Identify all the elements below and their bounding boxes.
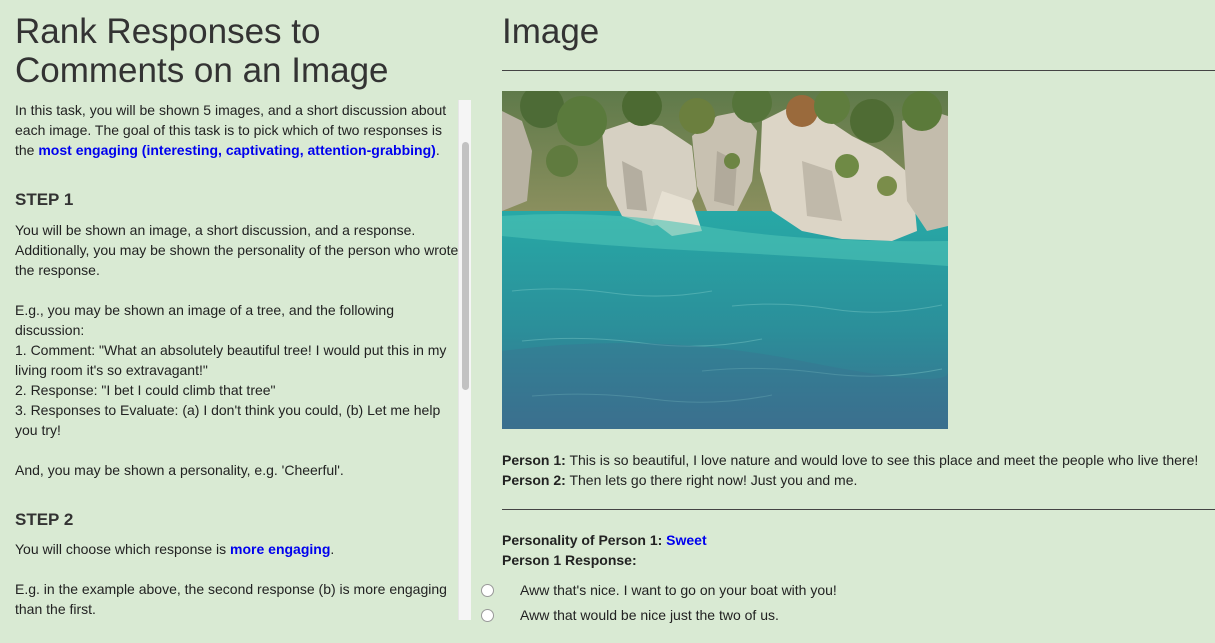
step-1-heading: STEP 1 (15, 190, 74, 209)
person-1-label: Person 1: (502, 452, 566, 468)
step-2-text: You will choose which response is (15, 541, 231, 557)
personality-block: Personality of Person 1: Sweet Person 1 … (502, 530, 707, 570)
step-1-item-2: 2. Response: "I bet I could climb that t… (15, 382, 276, 398)
task-page: Rank Responses to Comments on an Image I… (0, 0, 1215, 643)
response-option-1[interactable]: Aww that's nice. I want to go on your bo… (481, 580, 837, 600)
response-option-2-text: Aww that would be nice just the two of u… (520, 607, 779, 623)
step-2-example: E.g. in the example above, the second re… (15, 581, 447, 617)
instructions-title: Rank Responses to Comments on an Image (15, 12, 455, 90)
personality-label: Personality of Person 1: (502, 532, 667, 548)
scrollbar-thumb[interactable] (462, 142, 469, 390)
divider-top (502, 70, 1215, 71)
step-1-item-3: 3. Responses to Evaluate: (a) I don't th… (15, 402, 441, 438)
image-section-title: Image (502, 12, 600, 51)
person-2-comment: Person 2: Then lets go there right now! … (502, 470, 1198, 490)
response-label: Person 1 Response: (502, 552, 637, 568)
step-1-personality: And, you may be shown a personality, e.g… (15, 462, 344, 478)
step-2-heading: STEP 2 (15, 510, 74, 529)
person-2-label: Person 2: (502, 472, 566, 488)
step-1-item-1: 1. Comment: "What an absolutely beautifu… (15, 342, 447, 378)
divider-bottom (502, 509, 1215, 510)
intro-paragraph: In this task, you will be shown 5 images… (15, 100, 460, 160)
step-2-highlight: more engaging (230, 541, 331, 557)
radio-button-2[interactable] (481, 608, 494, 622)
step-1-example: E.g., you may be shown an image of a tre… (15, 302, 395, 338)
intro-highlight: most engaging (interesting, captivating,… (38, 142, 436, 158)
instructions-scrollbar[interactable] (458, 100, 471, 620)
personality-value: Sweet (666, 532, 707, 548)
radio-button-1[interactable] (481, 583, 494, 597)
title-line-1: Rank Responses to (15, 12, 321, 51)
person-1-comment: Person 1: This is so beautiful, I love n… (502, 450, 1198, 470)
response-option-2[interactable]: Aww that would be nice just the two of u… (481, 605, 779, 625)
person-2-text: Then lets go there right now! Just you a… (565, 472, 858, 488)
step-1-paragraph: You will be shown an image, a short disc… (15, 222, 459, 278)
intro-end: . (435, 142, 440, 158)
response-option-1-text: Aww that's nice. I want to go on your bo… (520, 582, 837, 598)
instructions-panel[interactable]: In this task, you will be shown 5 images… (15, 100, 460, 620)
discussion: Person 1: This is so beautiful, I love n… (502, 450, 1198, 490)
scene-image (502, 91, 948, 429)
step-2-end: . (330, 541, 335, 557)
title-line-2: Comments on an Image (15, 51, 389, 90)
personality-line: Personality of Person 1: Sweet (502, 530, 707, 550)
person-1-text: This is so beautiful, I love nature and … (565, 452, 1199, 468)
step-2-paragraph: You will choose which response is more e… (15, 539, 460, 559)
